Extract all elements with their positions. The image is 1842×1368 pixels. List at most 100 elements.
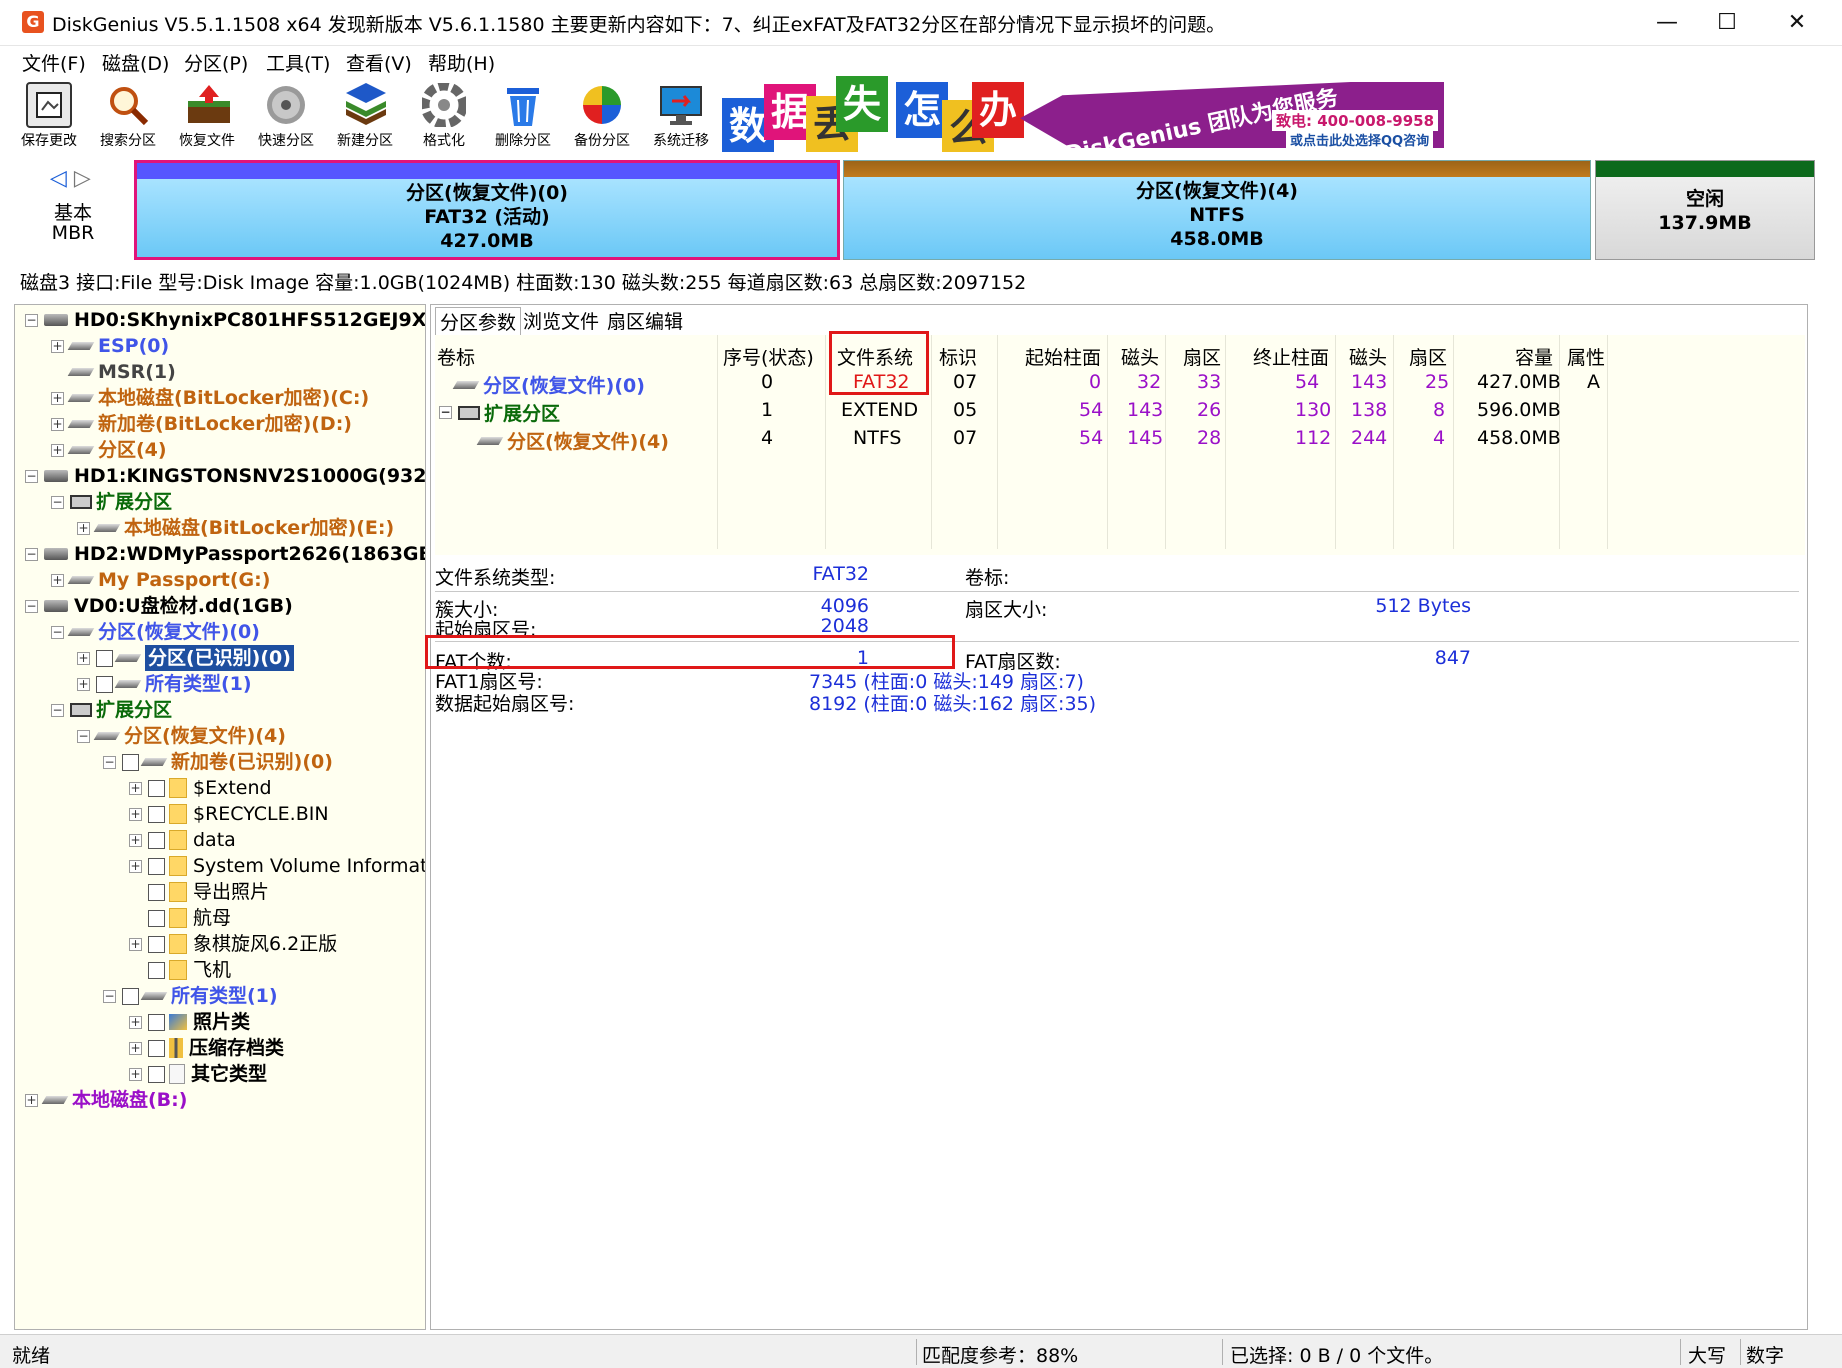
tree-checkbox[interactable] [148,857,165,875]
tree-checkbox[interactable] [148,831,165,849]
menu-tools[interactable]: 工具(T) [266,49,330,76]
collapse-icon[interactable]: − [25,599,38,613]
tree-node-folder[interactable]: 飞机 [129,957,231,983]
expand-icon[interactable]: + [129,859,142,873]
tree-checkbox[interactable] [148,935,165,953]
expand-icon[interactable]: + [51,417,64,431]
menu-help[interactable]: 帮助(H) [428,49,495,76]
tree-node-hd2[interactable]: − HD2:WDMyPassport2626(1863GB) [25,541,425,567]
tree-checkbox[interactable] [148,779,165,797]
tree-node-d[interactable]: + 新加卷(BitLocker加密)(D:) [51,411,352,437]
tree-checkbox[interactable] [148,805,165,823]
expand-icon[interactable]: + [77,521,90,535]
partition-block-4[interactable]: 分区(恢复文件)(4) NTFS 458.0MB [843,160,1591,260]
tree-checkbox[interactable] [96,675,113,693]
expand-icon[interactable]: + [51,391,64,405]
table-row[interactable]: − 扩展分区 [439,399,560,426]
prev-disk-icon[interactable]: ◁ [50,166,67,191]
col-header-head-2[interactable]: 磁头 [1349,343,1387,370]
tree-node-identified-0[interactable]: + 分区(已识别)(0) [77,645,294,671]
format-button[interactable]: 格式化 [405,78,483,156]
expand-icon[interactable]: + [129,781,142,795]
tree-node-folder[interactable]: 导出照片 [129,879,269,905]
expand-icon[interactable]: + [51,339,64,353]
tab-partition-params[interactable]: 分区参数 [435,307,522,337]
tree-checkbox[interactable] [148,1065,165,1083]
tree-node-msr[interactable]: MSR(1) [51,359,176,385]
tree-node-folder[interactable]: 航母 [129,905,231,931]
collapse-icon[interactable]: − [77,729,90,743]
promo-banner[interactable]: 数 据 丢 失 怎 么 办 DiskGenius 团队为您服务 致电: 400-… [720,76,1444,152]
collapse-icon[interactable]: − [439,406,452,419]
partition-block-0[interactable]: 分区(恢复文件)(0) FAT32 (活动) 427.0MB [134,160,840,260]
tree-node-archives[interactable]: + 压缩存档类 [129,1035,284,1061]
tree-node-hd1[interactable]: − HD1:KINGSTONSNV2S1000G(932GB) [25,463,425,489]
expand-icon[interactable]: + [77,651,90,665]
menu-partition[interactable]: 分区(P) [184,49,248,76]
tree-node-recovered-0[interactable]: − 分区(恢复文件)(0) [51,619,260,645]
tree-checkbox[interactable] [148,1039,165,1057]
tree-node-esp[interactable]: + ESP(0) [51,333,169,359]
col-header-sector[interactable]: 扇区 [1183,343,1221,370]
tree-node-recovered-4[interactable]: − 分区(恢复文件)(4) [77,723,286,749]
col-header-attr[interactable]: 属性 [1567,343,1605,370]
backup-partition-button[interactable]: 备份分区 [563,78,641,156]
quick-partition-button[interactable]: 快速分区 [247,78,325,156]
tree-node-folder[interactable]: + data [129,827,236,853]
tab-sector-edit[interactable]: 扇区编辑 [603,307,687,337]
expand-icon[interactable]: + [129,937,142,951]
tree-node-folder[interactable]: + $RECYCLE.BIN [129,801,329,827]
expand-icon[interactable]: + [51,573,64,587]
close-button[interactable]: ✕ [1762,0,1832,46]
table-row[interactable]: 分区(恢复文件)(4) [476,427,669,454]
menu-disk[interactable]: 磁盘(D) [102,49,169,76]
collapse-icon[interactable]: − [103,755,116,769]
expand-icon[interactable]: + [129,833,142,847]
system-migrate-button[interactable]: 系统迁移 [642,78,720,156]
tree-node-hd0[interactable]: − HD0:SKhynixPC801HFS512GEJ9X101N [25,307,425,333]
col-header-end-cyl[interactable]: 终止柱面 [1253,343,1329,370]
expand-icon[interactable]: + [51,443,64,457]
tree-node-folder[interactable]: + 象棋旋风6.2正版 [129,931,337,957]
expand-icon[interactable]: + [25,1093,38,1107]
maximize-button[interactable]: ☐ [1692,0,1762,46]
col-header-sector-2[interactable]: 扇区 [1409,343,1447,370]
tree-node-e[interactable]: + 本地磁盘(BitLocker加密)(E:) [77,515,394,541]
menu-view[interactable]: 查看(V) [346,49,412,76]
new-partition-button[interactable]: 新建分区 [326,78,404,156]
collapse-icon[interactable]: − [51,625,64,639]
search-partition-button[interactable]: 搜索分区 [89,78,167,156]
tree-checkbox[interactable] [122,987,139,1005]
banner-qq-link[interactable]: 或点击此处选择QQ咨询 [1286,130,1434,149]
col-header-index[interactable]: 序号(状态) [723,343,814,370]
tab-browse-files[interactable]: 浏览文件 [519,307,603,337]
tree-node-extended-vd0[interactable]: − 扩展分区 [51,697,172,723]
table-row[interactable]: 分区(恢复文件)(0) [452,371,645,398]
tree-node-c[interactable]: + 本地磁盘(BitLocker加密)(C:) [51,385,369,411]
tree-checkbox[interactable] [148,883,165,901]
collapse-icon[interactable]: − [25,313,38,327]
col-header-label[interactable]: 卷标 [437,343,475,370]
collapse-icon[interactable]: − [51,703,64,717]
free-space-block[interactable]: 空闲 137.9MB [1595,160,1815,260]
tree-node-photos[interactable]: + 照片类 [129,1009,250,1035]
delete-partition-button[interactable]: 删除分区 [484,78,562,156]
expand-icon[interactable]: + [129,1067,142,1081]
tree-node-b[interactable]: + 本地磁盘(B:) [25,1087,187,1113]
recover-files-button[interactable]: 恢复文件 [168,78,246,156]
menu-file[interactable]: 文件(F) [22,49,86,76]
tree-node-all-types-1a[interactable]: + 所有类型(1) [77,671,252,697]
col-header-head[interactable]: 磁头 [1121,343,1159,370]
tree-node-g[interactable]: + My Passport(G:) [51,567,270,593]
collapse-icon[interactable]: − [25,469,38,483]
expand-icon[interactable]: + [77,677,90,691]
col-header-capacity[interactable]: 容量 [1515,343,1553,370]
tree-checkbox[interactable] [148,961,165,979]
tree-node-part4[interactable]: + 分区(4) [51,437,167,463]
tree-checkbox[interactable] [148,909,165,927]
tree-node-all-types-1b[interactable]: − 所有类型(1) [103,983,278,1009]
tree-checkbox[interactable] [148,1013,165,1031]
collapse-icon[interactable]: − [51,495,64,509]
tree-node-extended[interactable]: − 扩展分区 [51,489,172,515]
next-disk-icon[interactable]: ▷ [74,166,91,191]
